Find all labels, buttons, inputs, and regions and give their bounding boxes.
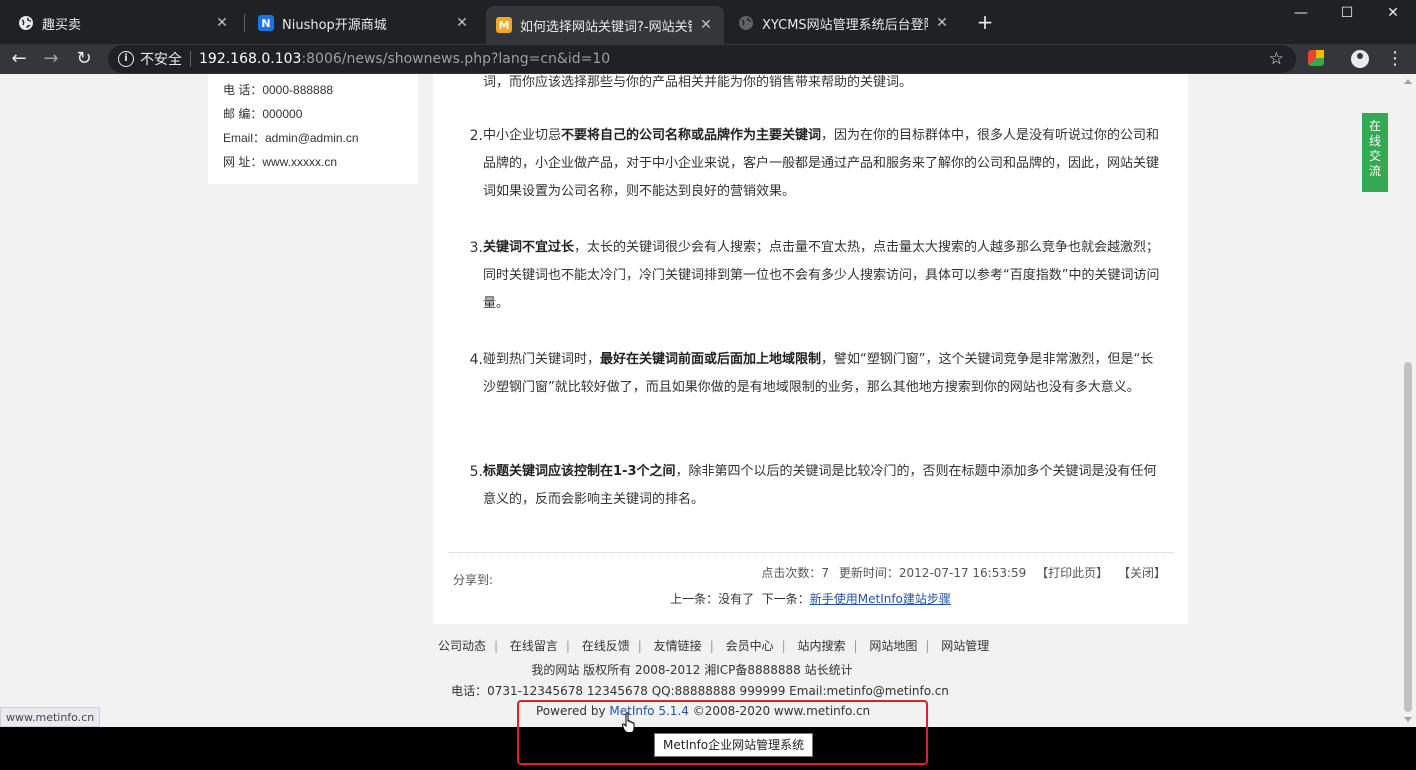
- minimize-icon[interactable]: —: [1278, 0, 1324, 26]
- contact-website: 网 址：www.xxxxx.cn: [223, 155, 338, 169]
- new-tab-button[interactable]: +: [974, 10, 996, 34]
- globe-icon: [738, 15, 754, 31]
- footer-link-search[interactable]: 站内搜索: [797, 639, 845, 653]
- menu-kebab-icon[interactable]: ⋮: [1386, 47, 1404, 71]
- info-icon[interactable]: i: [118, 51, 134, 67]
- close-icon[interactable]: ✕: [934, 15, 950, 31]
- close-icon[interactable]: ✕: [698, 17, 714, 33]
- next-label: 下一条：: [761, 592, 810, 606]
- annotation-highlight-box: [517, 700, 928, 765]
- divider: |: [781, 639, 786, 653]
- close-icon[interactable]: ✕: [214, 15, 230, 31]
- close-link[interactable]: 【关闭】: [1118, 566, 1166, 580]
- address-bar[interactable]: i 不安全 192.168.0.103 :8006/news/shownews.…: [108, 45, 1296, 73]
- tab-niushop[interactable]: N Niushop开源商城 ✕: [248, 8, 480, 38]
- print-link[interactable]: 【打印此页】: [1036, 566, 1108, 580]
- divider: |: [709, 639, 714, 653]
- list-item: 3. 关键词不宜过长，太长的关键词很少会有人搜索；点击量不宜太热，点击量太大搜索…: [463, 234, 1163, 318]
- profile-icon[interactable]: [1351, 50, 1369, 68]
- tab-title: Niushop开源商城: [282, 17, 387, 33]
- contact-postcode: 邮 编：000000: [223, 107, 303, 121]
- list-number: 3.: [469, 240, 483, 256]
- extension-icon[interactable]: [1308, 50, 1324, 66]
- window-close-icon[interactable]: ✕: [1370, 0, 1416, 26]
- contact-info-box: 电 话：0000-888888 邮 编：000000 Email：admin@a…: [208, 74, 418, 184]
- tab-title: 趣买卖: [42, 17, 82, 33]
- divider: |: [925, 639, 930, 653]
- list-number: 2.: [469, 128, 483, 144]
- url-host[interactable]: 192.168.0.103: [199, 51, 301, 67]
- reload-icon[interactable]: ↻: [71, 46, 97, 72]
- tab-strip: 趣买卖 ✕ N Niushop开源商城 ✕ M 如何选择网站关键词?-网站关键词…: [0, 0, 1416, 44]
- scroll-down-icon[interactable]: [1404, 717, 1412, 722]
- close-icon[interactable]: ✕: [454, 15, 470, 31]
- contact-phone: 电 话：0000-888888: [223, 83, 334, 97]
- hit-count: 点击次数：7: [761, 566, 830, 580]
- footer-link-friends[interactable]: 友情链接: [654, 639, 702, 653]
- contact-email: Email：admin@admin.cn: [223, 131, 359, 145]
- next-article-link[interactable]: 新手使用MetInfo建站步骤: [810, 592, 951, 606]
- footer-link-message[interactable]: 在线留言: [510, 639, 558, 653]
- list-item: 4. 碰到热门关键词时，最好在关键词前面或后面加上地域限制，譬如“塑钢门窗”，这…: [463, 346, 1163, 402]
- footer-link-news[interactable]: 公司动态: [438, 639, 486, 653]
- globe-icon: [18, 15, 34, 31]
- footer-nav: 公司动态 | 在线留言 | 在线反馈 | 友情链接 | 会员中心 | 站内搜索 | 网站地图…: [438, 637, 989, 654]
- article-divider: [448, 552, 1173, 553]
- list-number: 4.: [469, 352, 483, 368]
- tab-separator: [244, 14, 245, 32]
- security-label[interactable]: 不安全: [140, 49, 182, 69]
- niushop-icon: N: [258, 15, 274, 31]
- hand-cursor-icon: [622, 712, 635, 733]
- tab-title: XYCMS网站管理系统后台登陆中心: [762, 17, 928, 33]
- article-body: 词，而你应该选择那些与你的产品相关并能为你的销售带来帮助的关键词。 2. 中小企…: [433, 74, 1188, 624]
- url-path[interactable]: :8006/news/shownews.php?lang=cn&id=10: [301, 51, 610, 67]
- item-bold-text: 最好在关键词前面或后面加上地域限制: [600, 352, 822, 367]
- online-chat-button[interactable]: 在线交流: [1362, 113, 1388, 192]
- forward-arrow-icon[interactable]: →: [38, 46, 64, 72]
- scroll-up-icon[interactable]: [1404, 79, 1412, 84]
- footer-link-member[interactable]: 会员中心: [726, 639, 774, 653]
- tab-qumaimai[interactable]: 趣买卖 ✕: [8, 8, 240, 38]
- page-viewport: 电 话：0000-888888 邮 编：000000 Email：admin@a…: [0, 74, 1400, 727]
- list-item: 5. 标题关键词应该控制在1-3个之间，除非第四个以后的关键词是比较冷门的，否则…: [463, 458, 1163, 514]
- status-bar-url: www.metinfo.cn: [0, 707, 101, 727]
- item-text: 中小企业切忌: [483, 128, 562, 143]
- footer-copyright: 我的网站 版权所有 2008-2012 湘ICP备8888888 站长统计: [531, 663, 853, 677]
- tab-title: 如何选择网站关键词?-网站关键词: [520, 19, 692, 35]
- item-bold-text: 不要将自己的公司名称或品牌作为主要关键词: [561, 128, 822, 143]
- vertical-scrollbar[interactable]: [1400, 74, 1416, 727]
- share-label: 分享到:: [453, 573, 494, 587]
- prev-article: 上一条：没有了: [670, 592, 755, 606]
- list-number: 5.: [469, 464, 483, 480]
- bookmark-star-icon[interactable]: ☆: [1269, 49, 1284, 69]
- item-text: 碰到热门关键词时，: [483, 352, 601, 367]
- footer-link-feedback[interactable]: 在线反馈: [582, 639, 630, 653]
- metinfo-icon: M: [496, 17, 512, 33]
- prev-next-nav: 上一条：没有了 下一条：新手使用MetInfo建站步骤: [433, 590, 1188, 607]
- browser-toolbar: ← → ↻ i 不安全 192.168.0.103 :8006/news/sho…: [0, 44, 1416, 74]
- divider: |: [637, 639, 642, 653]
- list-item: 2. 中小企业切忌不要将自己的公司名称或品牌作为主要关键词，因为在你的目标群体中…: [463, 122, 1163, 206]
- divider: |: [853, 639, 858, 653]
- footer-link-admin[interactable]: 网站管理: [941, 639, 989, 653]
- scrollbar-thumb[interactable]: [1404, 362, 1412, 712]
- divider: [190, 51, 191, 67]
- divider: |: [494, 639, 499, 653]
- article-meta: 点击次数：7 更新时间：2012-07-17 16:53:59 【打印此页】 【…: [755, 564, 1166, 581]
- item-text: ，太长的关键词很少会有人搜索；点击量不宜太热，点击量太大搜索的人越多那么竞争也就…: [483, 240, 1160, 311]
- footer-link-sitemap[interactable]: 网站地图: [869, 639, 917, 653]
- item-bold-text: 关键词不宜过长: [483, 240, 575, 255]
- footer-contact: 电话：0731-12345678 12345678 QQ:88888888 99…: [451, 684, 949, 698]
- article-paragraph-cut: 词，而你应该选择那些与你的产品相关并能为你的销售带来帮助的关键词。: [483, 75, 913, 90]
- chat-label: 在线交流: [1368, 119, 1381, 178]
- maximize-icon[interactable]: ☐: [1324, 0, 1370, 26]
- tab-xycms[interactable]: XYCMS网站管理系统后台登陆中心 ✕: [728, 8, 960, 38]
- tab-active-article[interactable]: M 如何选择网站关键词?-网站关键词 ✕: [486, 6, 724, 44]
- divider: |: [565, 639, 570, 653]
- update-time: 更新时间：2012-07-17 16:53:59: [838, 566, 1027, 580]
- back-arrow-icon[interactable]: ←: [6, 46, 32, 72]
- item-bold-text: 标题关键词应该控制在1-3个之间: [483, 464, 676, 479]
